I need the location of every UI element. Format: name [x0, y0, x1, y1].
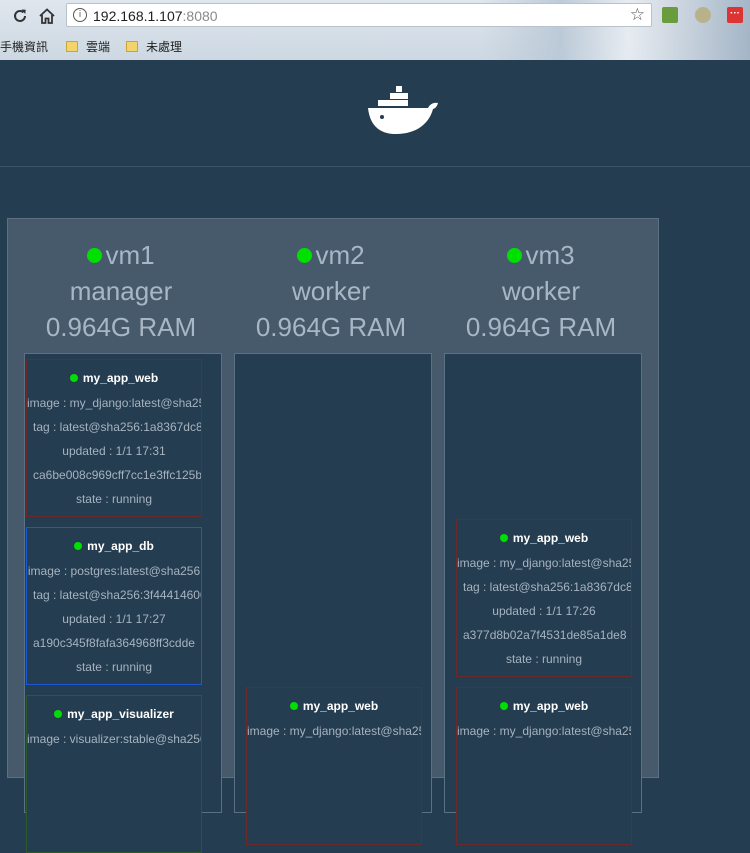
- status-dot-icon: [297, 248, 313, 263]
- task-name: my_app_web: [27, 371, 201, 385]
- task-name: my_app_db: [27, 539, 201, 553]
- node-role: worker: [501, 276, 580, 306]
- folder-icon: [66, 41, 78, 52]
- task-card[interactable]: my_app_web image : my_django:latest@sha2…: [456, 687, 632, 845]
- task-image: image : my_django:latest@sha256: [457, 724, 632, 738]
- task-name-text: my_app_web: [82, 371, 159, 385]
- status-dot-icon: [74, 542, 83, 550]
- url-port: :8080: [182, 8, 218, 24]
- task-state: state : running: [75, 492, 153, 506]
- task-image: image : postgres:latest@sha256: [27, 564, 201, 578]
- status-dot-icon: [499, 702, 508, 710]
- task-tag: tag : latest@sha256:1a8367dc8: [463, 580, 632, 594]
- status-dot-icon: [54, 710, 63, 718]
- status-dot-icon: [507, 248, 523, 263]
- task-id: ca6be008c969cff7cc1e3ffc125b: [33, 468, 202, 482]
- cluster-panel: vm1 manager 0.964G RAM my_app_web image …: [7, 218, 659, 853]
- task-name-text: my_app_web: [512, 699, 589, 713]
- task-name: my_app_visualizer: [27, 707, 201, 721]
- task-image: image : visualizer:stable@sha256: [27, 732, 202, 746]
- task-card[interactable]: my_app_web image : my_django:latest@sha2…: [246, 687, 422, 845]
- home-icon[interactable]: [36, 5, 58, 27]
- browser-chrome: i 192.168.1.107:8080 ☆ ··· 選手機資訊 雲端 未處理: [0, 0, 750, 60]
- task-card[interactable]: my_app_db image : postgres:latest@sha256…: [26, 527, 202, 685]
- status-dot-icon: [69, 374, 78, 382]
- task-image: image : my_django:latest@sha256: [457, 556, 632, 570]
- status-dot-icon: [499, 534, 508, 542]
- task-name: my_app_web: [247, 699, 421, 713]
- task-card[interactable]: my_app_visualizer image : visualizer:sta…: [26, 695, 202, 853]
- node-title: vm3: [436, 237, 646, 273]
- node-ram: 0.964G RAM: [45, 312, 197, 342]
- task-state: state : running: [505, 652, 583, 666]
- task-name: my_app_web: [457, 531, 631, 545]
- task-name-text: my_app_db: [87, 539, 154, 553]
- task-tag: tag : latest@sha256:1a8367dc8: [33, 420, 202, 434]
- status-dot-icon: [87, 248, 103, 263]
- task-tag: tag : latest@sha256:3f44414600: [33, 588, 202, 602]
- task-image: image : my_django:latest@sha256: [247, 724, 422, 738]
- status-dot-icon: [289, 702, 298, 710]
- bookmarks-bar: 選手機資訊 雲端 未處理: [0, 33, 750, 59]
- url-host: 192.168.1.107: [93, 8, 183, 24]
- bookmark-label: 選手機資訊: [0, 40, 49, 54]
- bookmark-star-icon[interactable]: ☆: [630, 5, 645, 25]
- site-info-icon[interactable]: i: [73, 8, 87, 22]
- extension-green-icon[interactable]: [662, 7, 678, 23]
- node-column-vm3: my_app_web image : my_django:latest@sha2…: [444, 353, 642, 845]
- task-card[interactable]: my_app_web image : my_django:latest@sha2…: [26, 359, 202, 517]
- bookmark-label: 未處理: [146, 40, 183, 54]
- task-updated: updated : 1/1 17:31: [62, 444, 166, 458]
- task-name-text: my_app_visualizer: [67, 707, 174, 721]
- node-name: vm1: [105, 240, 155, 270]
- header-divider: [0, 166, 750, 167]
- node-header-vm2: vm2 worker 0.964G RAM: [226, 237, 436, 345]
- node-ram: 0.964G RAM: [465, 312, 617, 342]
- bookmark-label: 雲端: [86, 40, 111, 54]
- task-image: image : my_django:latest@sha256: [27, 396, 202, 410]
- task-id: a190c345f8fafa364968ff3cdde: [33, 636, 195, 650]
- visualizer-page: vm1 manager 0.964G RAM my_app_web image …: [0, 60, 750, 853]
- node-title: vm1: [16, 237, 226, 273]
- address-bar[interactable]: i 192.168.1.107:8080 ☆: [66, 3, 652, 27]
- node-header-vm1: vm1 manager 0.964G RAM: [16, 237, 226, 345]
- task-state: state : running: [75, 660, 153, 674]
- node-role: worker: [291, 276, 370, 306]
- task-name-text: my_app_web: [512, 531, 589, 545]
- node-column-vm1: my_app_web image : my_django:latest@sha2…: [24, 353, 222, 853]
- task-id: a377d8b02a7f4531de85a1de8: [463, 628, 627, 642]
- node-name: vm3: [525, 240, 575, 270]
- node-column-vm2: my_app_web image : my_django:latest@sha2…: [234, 353, 432, 845]
- docker-whale-logo-icon: [368, 86, 438, 134]
- extension-dots-icon[interactable]: ···: [727, 7, 743, 23]
- task-updated: updated : 1/1 17:26: [492, 604, 596, 618]
- node-role: manager: [69, 276, 173, 306]
- node-ram: 0.964G RAM: [255, 312, 407, 342]
- task-card[interactable]: my_app_web image : my_django:latest@sha2…: [456, 519, 632, 677]
- task-name-text: my_app_web: [302, 699, 379, 713]
- extension-gear-icon[interactable]: [695, 7, 711, 23]
- bookmark-item[interactable]: 選手機資訊: [0, 38, 48, 55]
- task-name: my_app_web: [457, 699, 631, 713]
- folder-icon: [126, 41, 138, 52]
- task-updated: updated : 1/1 17:27: [62, 612, 166, 626]
- reload-icon[interactable]: [9, 5, 31, 27]
- bookmark-folder[interactable]: 雲端: [66, 38, 110, 55]
- node-name: vm2: [315, 240, 365, 270]
- bookmark-folder[interactable]: 未處理: [126, 38, 182, 55]
- node-header-vm3: vm3 worker 0.964G RAM: [436, 237, 646, 345]
- address-url: 192.168.1.107:8080: [93, 8, 218, 24]
- node-title: vm2: [226, 237, 436, 273]
